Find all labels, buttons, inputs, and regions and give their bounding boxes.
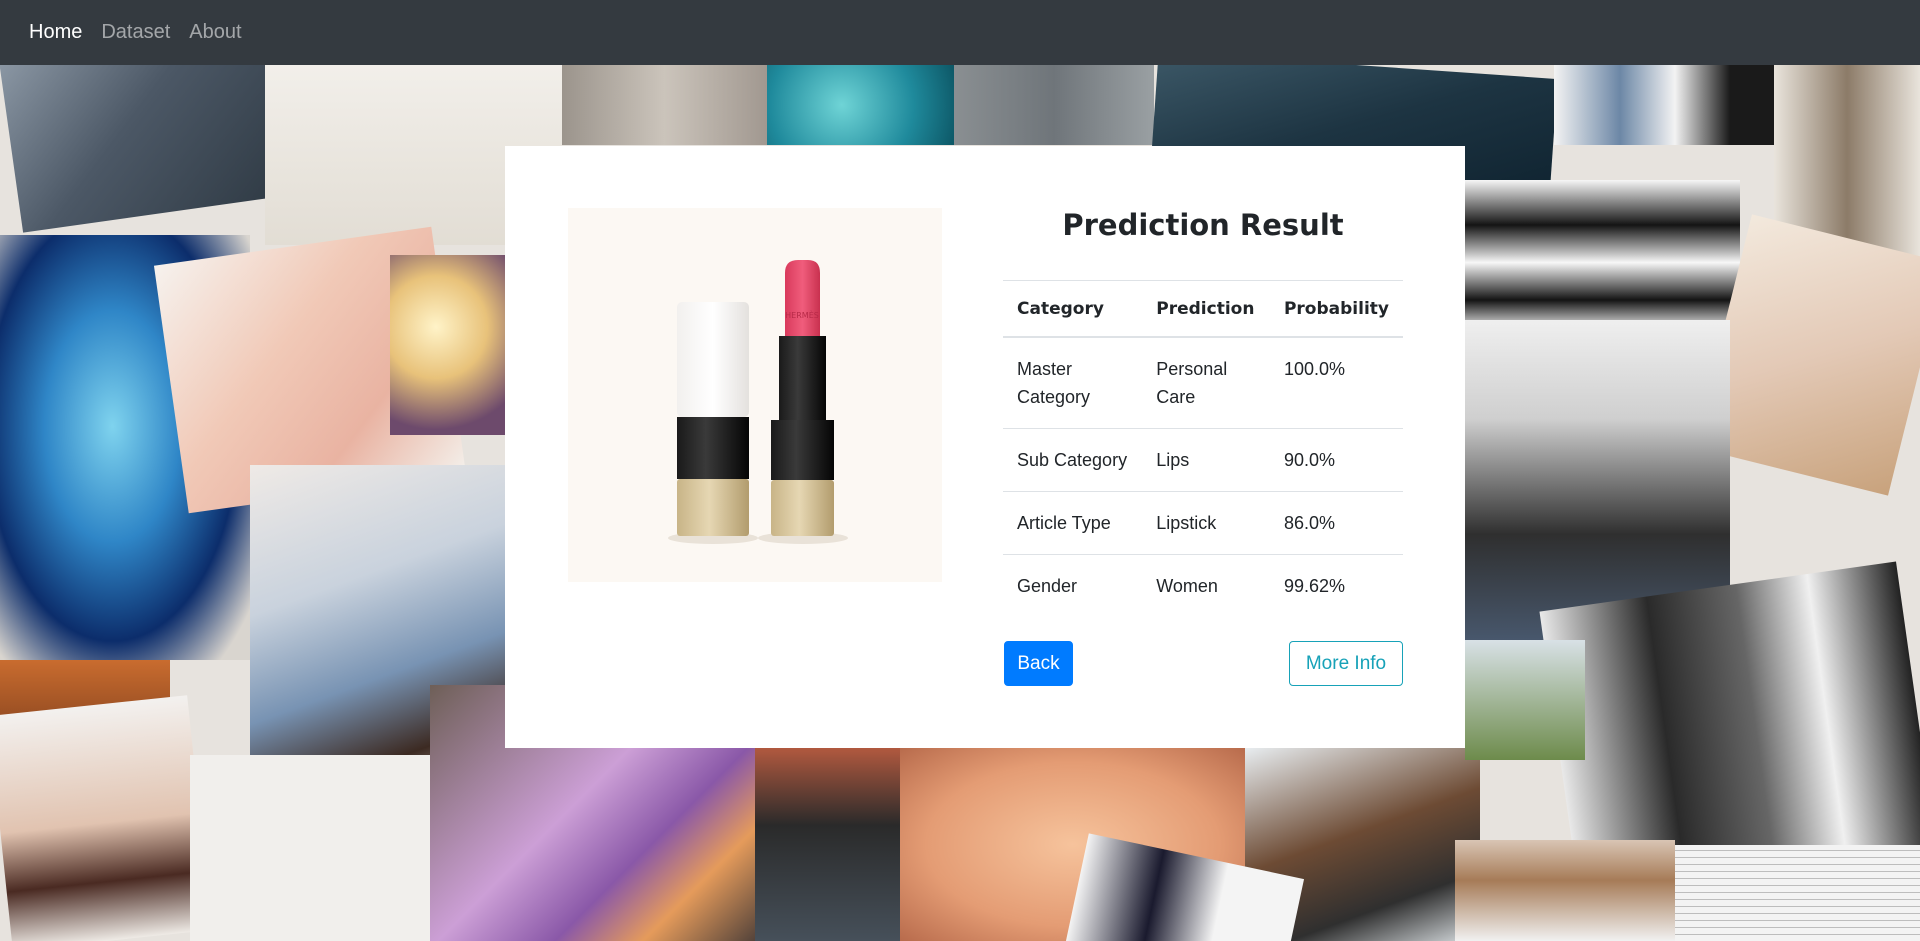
collage-photo-street-style: [755, 748, 900, 941]
cell-category: Gender: [1003, 554, 1143, 617]
back-button[interactable]: Back: [1004, 641, 1073, 686]
collage-photo-plants: [1465, 640, 1585, 760]
cell-prediction: Lips: [1142, 428, 1270, 492]
collage-photo-newspaper: [1675, 845, 1920, 941]
collage-photo-jeans: [1554, 65, 1774, 145]
collage-photo-bokeh: [390, 255, 505, 435]
collage-photo-ocean: [767, 65, 954, 145]
collage-photo-boots: [0, 65, 286, 233]
table-row: Master Category Personal Care 100.0%: [1003, 336, 1403, 429]
more-info-button[interactable]: More Info: [1289, 641, 1403, 686]
cell-probability: 86.0%: [1269, 491, 1403, 555]
prediction-table: Category Prediction Probability Master C…: [1003, 280, 1403, 617]
nav-home-link[interactable]: Home: [29, 21, 82, 44]
header-category: Category: [1003, 280, 1143, 338]
hermes-engraving: HERMÈS: [785, 309, 819, 320]
cell-probability: 100.0%: [1269, 336, 1403, 429]
cell-category: Master Category: [1003, 336, 1143, 429]
lipstick-product-image: HERMÈS: [568, 208, 942, 582]
top-navbar: Home Dataset About: [0, 0, 1920, 65]
table-header-row: Category Prediction Probability: [1003, 280, 1403, 338]
page-title: Prediction Result: [1062, 208, 1344, 242]
collage-photo-cup-hands: [0, 695, 212, 941]
nav-about-link[interactable]: About: [189, 21, 241, 44]
collage-photo-street: [954, 65, 1154, 145]
cell-prediction: Women: [1142, 554, 1270, 617]
cell-category: Article Type: [1003, 491, 1143, 555]
cell-prediction: Lipstick: [1142, 491, 1270, 555]
collage-photo-sweater: [562, 65, 767, 145]
collage-photo-sunglasses: [1465, 180, 1740, 330]
collage-photo-selfie: [1455, 840, 1675, 941]
cell-probability: 99.62%: [1269, 554, 1403, 617]
header-probability: Probability: [1269, 280, 1403, 338]
cell-category: Sub Category: [1003, 428, 1143, 492]
table-row: Article Type Lipstick 86.0%: [1003, 491, 1403, 555]
prediction-card: HERMÈS Prediction Result Category Predic…: [505, 146, 1465, 748]
table-row: Gender Women 99.62%: [1003, 554, 1403, 617]
table-row: Sub Category Lips 90.0%: [1003, 428, 1403, 492]
cell-prediction: Personal Care: [1142, 336, 1270, 429]
lipstick-icon: HERMÈS: [668, 260, 848, 544]
header-prediction: Prediction: [1142, 280, 1270, 338]
cell-probability: 90.0%: [1269, 428, 1403, 492]
nav-dataset-link[interactable]: Dataset: [101, 21, 170, 44]
collage-photo-infinity: [190, 755, 470, 941]
